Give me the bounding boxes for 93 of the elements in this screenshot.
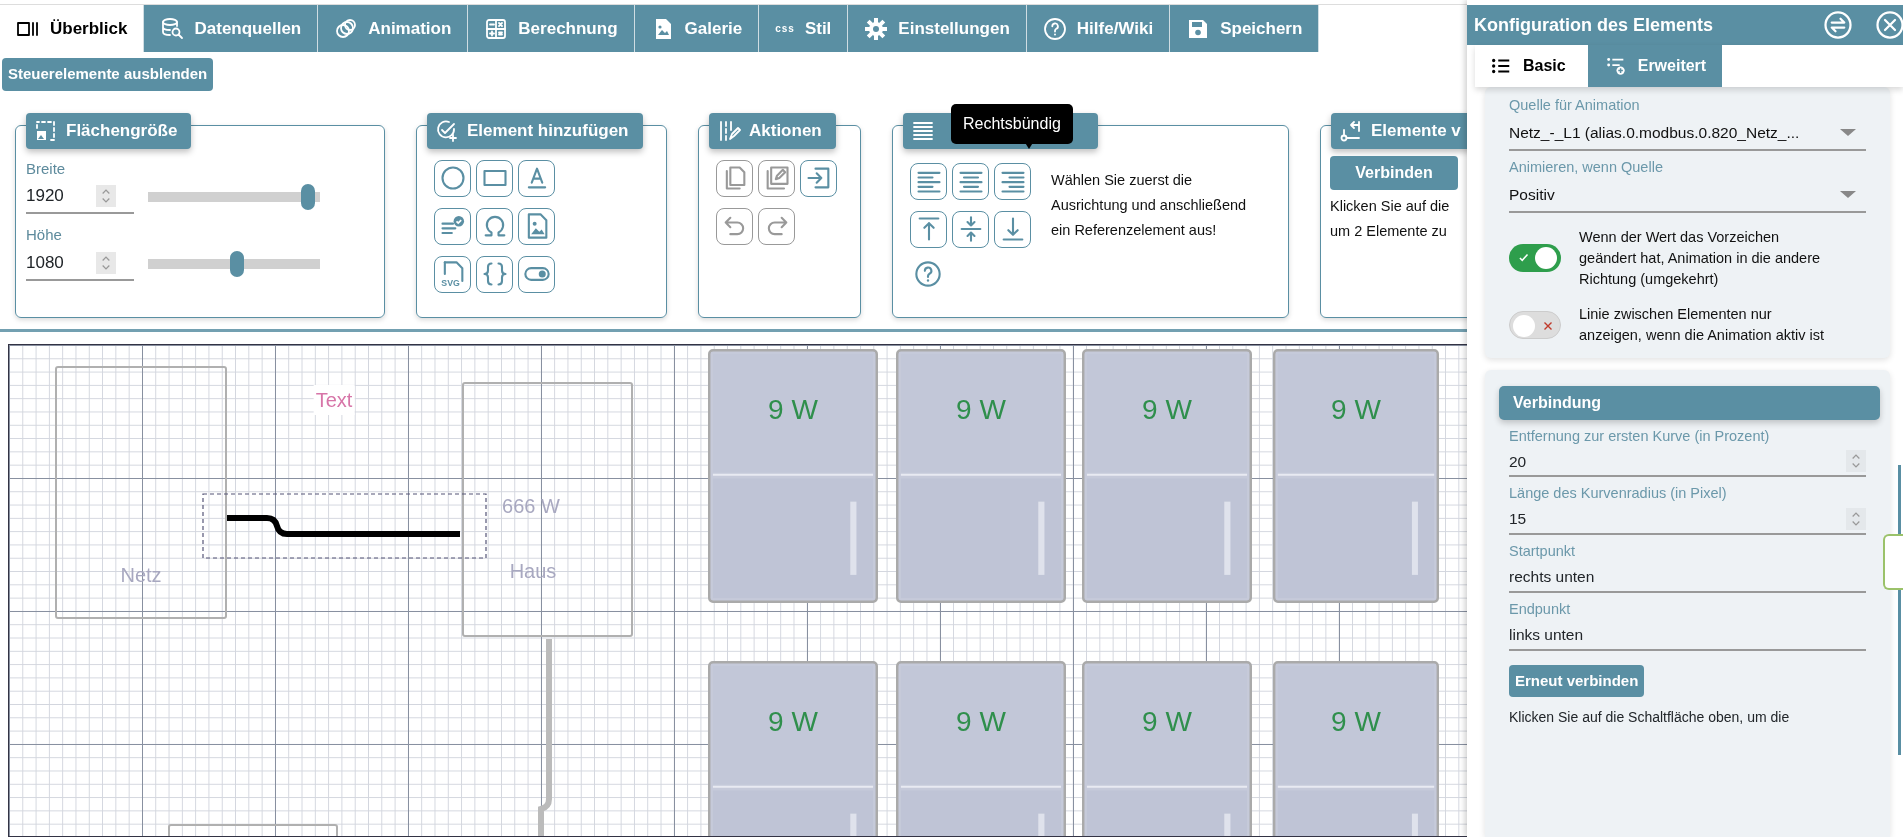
nav-tab[interactable]: css Stil <box>759 5 849 52</box>
tool-button[interactable] <box>910 210 947 248</box>
tool-button[interactable] <box>476 255 513 293</box>
field-label: Breite <box>26 158 67 179</box>
extension-widget[interactable] <box>1883 534 1903 590</box>
connect-button[interactable]: Verbinden <box>1330 155 1458 190</box>
panel-header: Element hinzufügen <box>427 112 643 149</box>
database-search-icon <box>160 16 185 41</box>
connector-icon <box>1339 118 1363 143</box>
tool-button[interactable] <box>952 210 989 248</box>
instruction-text: Klicken Sie auf die <box>1330 196 1451 216</box>
field-label: Quelle für Animation <box>1509 96 1641 115</box>
number-field[interactable]: 1080 <box>26 246 134 281</box>
field-label: Animieren, wenn Quelle <box>1509 157 1664 177</box>
field-label: Entfernung zur ersten Kurve (in Prozent) <box>1509 426 1771 446</box>
section-header: Verbindung <box>1499 385 1880 420</box>
switch-label: Linie zwischen Elementen nur anzeigen, wenn die Animation aktiv ist <box>1579 304 1826 345</box>
tool-button[interactable] <box>476 159 513 197</box>
nav-tab[interactable]: Berechnung <box>468 5 635 52</box>
tool-button[interactable] <box>952 162 989 200</box>
panel-tab[interactable]: Erweitert <box>1587 45 1723 87</box>
tool-button[interactable] <box>518 207 555 245</box>
tool-button[interactable] <box>518 159 555 197</box>
field-label: Endpunkt <box>1509 599 1572 619</box>
panel-title: Konfiguration des Elements <box>1474 13 1715 37</box>
panel-reading: 9 W <box>768 704 818 739</box>
panel-reading: 9 W <box>1331 392 1381 427</box>
tool-button[interactable] <box>476 207 513 245</box>
panel-header: Aktionen <box>709 112 836 149</box>
selection-frame[interactable] <box>202 492 487 559</box>
panel-reading: 9 W <box>956 392 1006 427</box>
panel-tab[interactable]: Basic <box>1475 45 1588 87</box>
swap-button[interactable] <box>1823 10 1853 40</box>
panel-reading: 9 W <box>956 704 1006 739</box>
instruction-text: um 2 Elemente zu <box>1330 221 1448 241</box>
calculator-icon <box>484 16 509 41</box>
field-label: Startpunkt <box>1509 542 1577 561</box>
tool-button[interactable] <box>994 210 1031 248</box>
nav-tab[interactable]: Galerie <box>634 5 760 52</box>
select-field[interactable]: Positiv <box>1509 178 1866 213</box>
spinner-icon <box>96 185 116 207</box>
field-label: Länge des Kurvenradius (in Pixel) <box>1509 484 1728 504</box>
tool-button[interactable] <box>910 162 947 200</box>
number-field[interactable]: 15 <box>1509 505 1866 535</box>
nav-tab[interactable]: Hilfe/Wiki <box>1026 5 1171 52</box>
tooltip: Rechtsbündig <box>951 103 1073 144</box>
tool-button[interactable] <box>434 207 471 245</box>
slider-thumb[interactable] <box>230 250 245 277</box>
panel-header: Flächengröße <box>26 112 192 149</box>
panel-reading: 9 W <box>768 392 818 427</box>
css-icon: css <box>775 21 795 36</box>
caret-icon <box>1840 191 1856 198</box>
help-icon <box>1042 16 1067 41</box>
panel-reading: 9 W <box>1331 704 1381 739</box>
settings-icon <box>864 16 889 41</box>
tool-button[interactable] <box>994 162 1031 200</box>
pen-bars-icon <box>717 118 741 143</box>
help-icon <box>914 259 942 288</box>
close-button[interactable] <box>1875 10 1903 40</box>
nav-tab[interactable]: Animation <box>318 5 469 52</box>
circle-icon <box>438 164 467 192</box>
slider-thumb[interactable] <box>301 184 316 210</box>
caret-icon <box>1840 129 1856 137</box>
panel-reading: 9 W <box>1142 704 1192 739</box>
toggle-switch[interactable] <box>1509 244 1561 272</box>
field-label: Höhe <box>26 225 63 245</box>
rings-icon <box>334 16 359 41</box>
number-field[interactable]: 1920 <box>26 180 134 214</box>
reconnect-button[interactable]: Erneut verbinden <box>1509 664 1645 697</box>
toggle-switch[interactable] <box>1509 310 1561 339</box>
tool-button[interactable] <box>434 159 471 197</box>
hide-controls-button[interactable]: Steuerelemente ausblenden <box>2 58 214 91</box>
panel-header: Elemente v <box>1331 112 1467 149</box>
spinner-icon <box>1846 450 1866 473</box>
canvas-label: Text <box>313 384 355 415</box>
instruction-text: Wählen Sie zuerst die Ausrichtung und anschließend ein Referenzelement aus! <box>1051 170 1248 240</box>
nav-tab[interactable]: Datenquellen <box>144 5 319 52</box>
tool-button[interactable] <box>518 255 555 293</box>
image-frame-icon <box>34 118 58 143</box>
tool-button[interactable] <box>800 159 837 197</box>
hint-text: Klicken Sie auf die Schaltfläche oben, um die <box>1509 708 1791 727</box>
nav-tab[interactable]: Speichern <box>1170 5 1320 52</box>
connector-line[interactable] <box>227 514 460 537</box>
text-field[interactable]: links unten <box>1509 620 1866 651</box>
select-field[interactable]: Netz_-_L1 (alias.0.modbus.0.820_Netz_... <box>1509 116 1866 151</box>
text-field[interactable]: rechts unten <box>1509 562 1866 593</box>
spinner-icon <box>1846 508 1866 530</box>
switch-label: Wenn der Wert das Vorzeichen geändert hat, Animation in die andere Richtung (umgekehrt) <box>1579 227 1822 289</box>
add-check-icon <box>435 118 459 143</box>
panel-reading: 9 W <box>1142 392 1192 427</box>
number-field[interactable]: 20 <box>1509 447 1866 478</box>
spinner-icon <box>96 251 116 274</box>
nav-tab[interactable]: Einstellungen <box>848 5 1027 52</box>
